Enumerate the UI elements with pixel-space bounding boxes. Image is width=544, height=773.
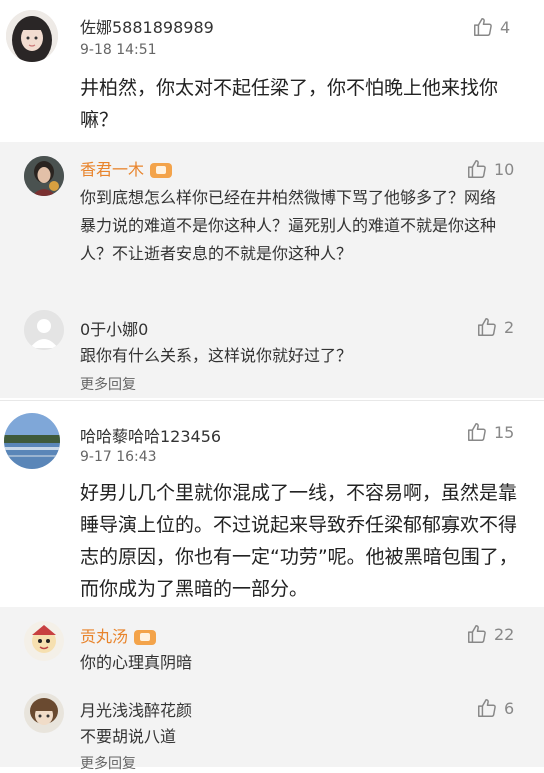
thumbs-up-icon: [472, 16, 494, 38]
vip-badge-icon: [134, 630, 157, 645]
reply-username[interactable]: 香君一木: [80, 156, 173, 180]
thumbs-up-icon: [476, 316, 498, 338]
like-count: 4: [500, 17, 511, 37]
reply-username[interactable]: 贡丸汤: [80, 623, 157, 647]
like-button[interactable]: 4: [472, 16, 510, 38]
like-count: 22: [494, 624, 515, 644]
reply-section: 贡丸汤 22 你的心理真阴暗 月光浅浅醉花颜 6 不要胡说八道 更多回复: [0, 607, 544, 772]
avatar[interactable]: [24, 156, 64, 196]
avatar[interactable]: [24, 310, 64, 350]
avatar[interactable]: [4, 413, 60, 469]
comment-time: 9-18 14:51: [80, 42, 157, 58]
like-count: 10: [494, 159, 515, 179]
reply-text: 不要胡说八道: [80, 727, 177, 746]
reply-section: 香君一木 10 你到底想怎么样你已经在井柏然微博下骂了他够多了？网络暴力说的难道…: [0, 142, 544, 398]
vip-badge-icon: [150, 163, 173, 178]
like-button[interactable]: 15: [466, 421, 514, 443]
comment-1: 佐娜5881898989 9-18 14:51 4 井柏然，你太对不起任梁了，你…: [0, 0, 544, 400]
like-button[interactable]: 10: [466, 158, 514, 180]
reply-username[interactable]: 月光浅浅醉花颜: [80, 697, 192, 721]
comment-time: 9-17 16:43: [80, 449, 157, 465]
like-button[interactable]: 22: [466, 623, 514, 645]
thumbs-up-icon: [476, 697, 498, 719]
comment-text: 井柏然，你太对不起任梁了，你不怕晚上他来找你嘛？: [80, 77, 499, 131]
reply-username[interactable]: 0于小娜0: [80, 316, 148, 340]
avatar[interactable]: [24, 621, 64, 661]
comment-text: 好男儿几个里就你混成了一线，不容易啊，虽然是靠睡导演上位的。不过说起来导致乔任梁…: [80, 482, 518, 600]
avatar[interactable]: [6, 10, 58, 62]
thumbs-up-icon: [466, 623, 488, 645]
like-count: 15: [494, 422, 515, 442]
like-count: 2: [504, 317, 515, 337]
thumbs-up-icon: [466, 421, 488, 443]
comment-2: 哈哈藜哈哈123456 9-17 16:43 15 好男儿几个里就你混成了一线，…: [0, 401, 544, 772]
like-count: 6: [504, 698, 515, 718]
avatar[interactable]: [24, 693, 64, 733]
more-replies-link[interactable]: 更多回复: [80, 374, 136, 394]
reply-text: 你到底想怎么样你已经在井柏然微博下骂了他够多了？网络暴力说的难道不是你这种人？逼…: [80, 188, 497, 263]
reply-text: 你的心理真阴暗: [80, 653, 193, 672]
thumbs-up-icon: [466, 158, 488, 180]
more-replies-link[interactable]: 更多回复: [80, 753, 136, 773]
comment-username[interactable]: 佐娜5881898989: [80, 14, 214, 38]
reply-text: 跟你有什么关系，这样说你就好过了？: [80, 346, 353, 365]
comment-username[interactable]: 哈哈藜哈哈123456: [80, 423, 221, 447]
like-button[interactable]: 2: [476, 316, 514, 338]
like-button[interactable]: 6: [476, 697, 514, 719]
